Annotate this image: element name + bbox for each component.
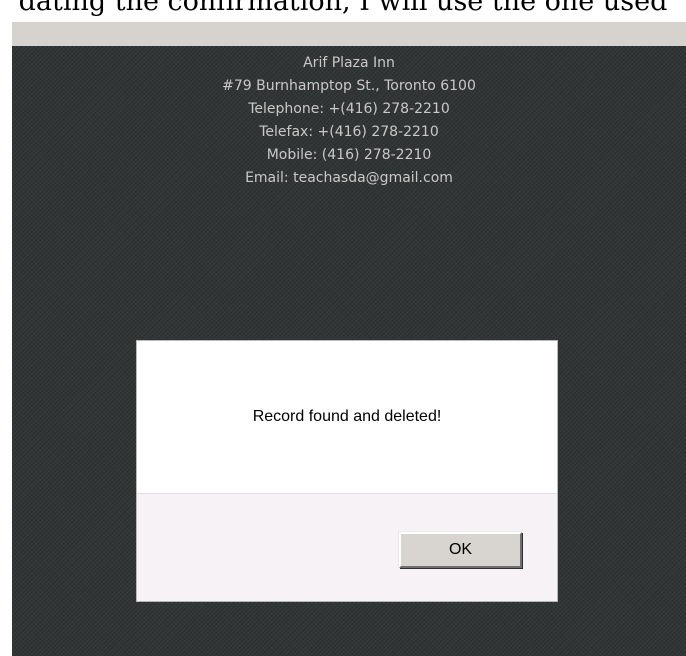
ok-button[interactable]: OK xyxy=(399,532,522,568)
hotel-email: Email: teachasda@gmail.com xyxy=(245,170,453,186)
hotel-name: Arif Plaza Inn xyxy=(303,55,395,71)
dialog-body: Record found and deleted! xyxy=(137,341,557,493)
message-dialog: Record found and deleted! OK xyxy=(136,340,558,602)
dialog-footer: OK xyxy=(137,493,557,601)
application-window: Arif Plaza Inn #79 Burnhamptop St., Toro… xyxy=(12,22,686,656)
hotel-telephone: Telephone: +(416) 278-2210 xyxy=(248,101,450,117)
hotel-contact-info: Arif Plaza Inn #79 Burnhamptop St., Toro… xyxy=(12,52,686,190)
window-title-bar xyxy=(12,22,686,46)
dialog-message: Record found and deleted! xyxy=(252,408,442,425)
hotel-address: #79 Burnhamptop St., Toronto 6100 xyxy=(222,78,476,94)
background-document-text: dating the confirmation, I will use the … xyxy=(18,0,668,17)
hotel-mobile: Mobile: (416) 278-2210 xyxy=(266,147,432,163)
hotel-telefax: Telefax: +(416) 278-2210 xyxy=(259,124,439,140)
